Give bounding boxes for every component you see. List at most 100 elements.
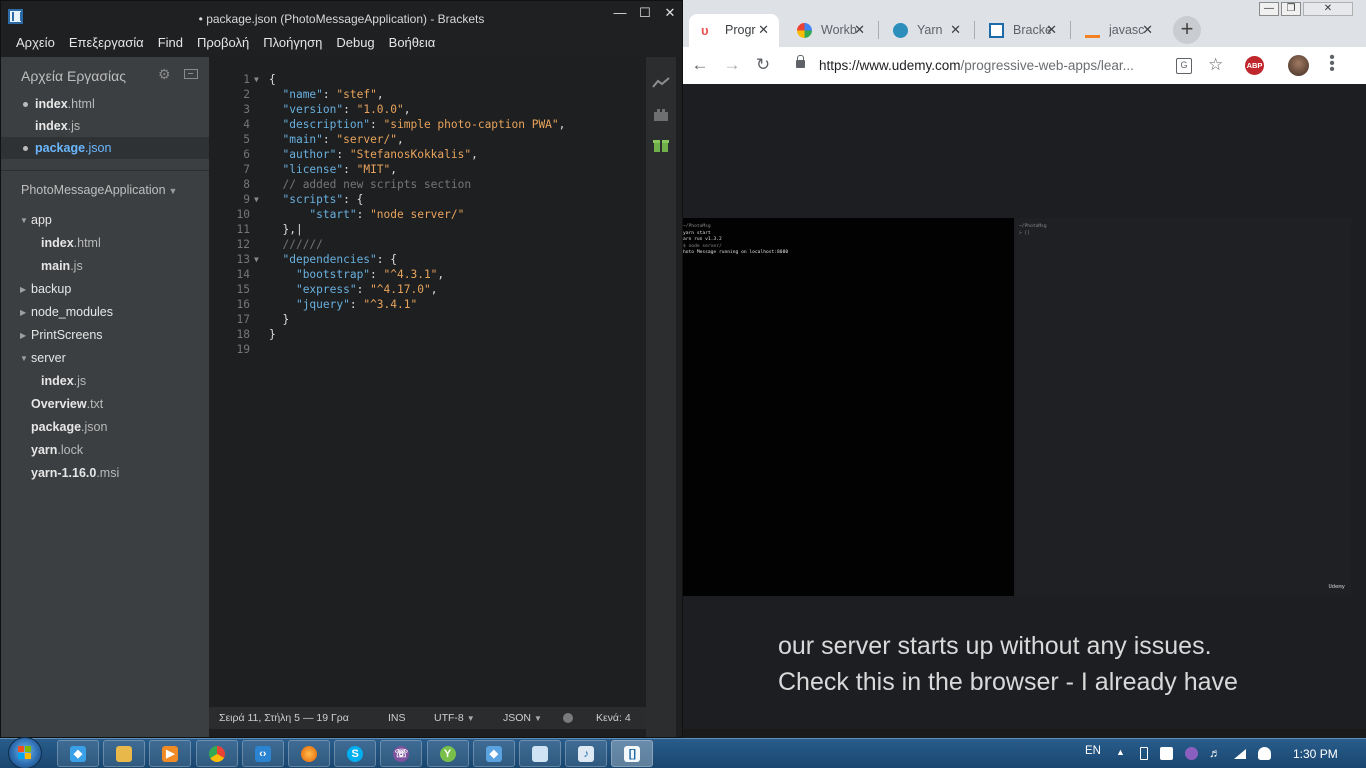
tree-folder[interactable]: ▼ server	[1, 347, 209, 370]
code-area[interactable]: 1 ▼{2 "name": "stef", 3 "version": "1.0.0"…	[209, 72, 646, 357]
caret-right-icon[interactable]: ▶	[20, 278, 26, 301]
code-line[interactable]: 14 "bootstrap": "^4.3.1",	[209, 267, 646, 282]
code-line[interactable]: 9 ▼ "scripts": {	[209, 192, 646, 207]
tree-file[interactable]: index.html	[1, 232, 209, 255]
translate-icon[interactable]: G	[1176, 58, 1192, 74]
taskbar-app-button[interactable]: Y	[426, 740, 469, 767]
url-text[interactable]: https://www.udemy.com/progressive-web-ap…	[819, 58, 1134, 73]
close-icon[interactable]: ✕	[758, 22, 769, 38]
taskbar-app-button[interactable]: ♪	[565, 740, 608, 767]
address-bar[interactable]: https://www.udemy.com/progressive-web-ap…	[788, 52, 1264, 80]
code-line[interactable]: 19	[209, 342, 646, 357]
language-select[interactable]: JSON ▼	[503, 707, 542, 729]
code-line[interactable]: 11 },|	[209, 222, 646, 237]
split-view-icon[interactable]	[184, 69, 198, 79]
code-line[interactable]: 3 "version": "1.0.0",	[209, 102, 646, 117]
fold-arrow-icon[interactable]: ▼	[254, 252, 259, 267]
tree-file[interactable]: index.js	[1, 370, 209, 393]
taskbar-app-button[interactable]: ◆	[472, 740, 515, 767]
linting-status-icon[interactable]	[563, 713, 573, 723]
code-line[interactable]: 1 ▼ {	[209, 72, 646, 87]
indent-setting[interactable]: Κενά: 4	[596, 707, 631, 729]
avatar[interactable]	[1288, 55, 1309, 76]
code-line[interactable]: 15 "express": "^4.17.0",	[209, 282, 646, 297]
language-indicator[interactable]: EN	[1085, 745, 1101, 757]
tab-5[interactable]: javasc ✕	[1073, 14, 1163, 47]
tree-file[interactable]: yarn-1.16.0.msi	[1, 462, 209, 485]
maximize-button[interactable]: ❐	[1281, 2, 1301, 16]
menu-item[interactable]: Βοήθεια	[382, 31, 443, 57]
new-tab-button[interactable]: +	[1173, 16, 1201, 44]
network-warning-icon[interactable]	[1160, 747, 1173, 760]
taskbar-app-button[interactable]	[195, 740, 238, 767]
reload-icon[interactable]: ↻	[753, 55, 773, 75]
taskbar-app-button[interactable]	[288, 740, 330, 767]
battery-icon[interactable]	[1140, 747, 1148, 760]
gear-icon[interactable]: ⚙	[158, 67, 172, 81]
close-button[interactable]: ✕	[659, 5, 681, 21]
project-dropdown[interactable]: PhotoMessageApplication ▼	[1, 171, 209, 209]
taskbar-app-button[interactable]	[103, 740, 146, 767]
menu-item[interactable]: Find	[151, 31, 190, 57]
code-line[interactable]: 18}	[209, 327, 646, 342]
code-line[interactable]: 13 ▼ "dependencies": {	[209, 252, 646, 267]
code-line[interactable]: 10 "start": "node server/"	[209, 207, 646, 222]
menu-item[interactable]: Debug	[329, 31, 381, 57]
code-line[interactable]: 2 "name": "stef",	[209, 87, 646, 102]
caret-down-icon[interactable]: ▼	[20, 209, 28, 232]
caret-right-icon[interactable]: ▶	[20, 301, 26, 324]
taskbar-app-button[interactable]: ▶	[149, 740, 192, 767]
tree-folder[interactable]: ▶ PrintScreens	[1, 324, 209, 347]
taskbar-app-button[interactable]: ☏	[380, 740, 423, 767]
lock-icon[interactable]	[796, 55, 805, 68]
start-button[interactable]	[8, 737, 42, 768]
tab-3[interactable]: Yarn ✕	[881, 14, 971, 47]
tab-4[interactable]: Bracke ✕	[977, 14, 1067, 47]
code-line[interactable]: 4 "description": "simple photo-caption P…	[209, 117, 646, 132]
code-line[interactable]: 12 //////	[209, 237, 646, 252]
taskbar-app-button[interactable]	[519, 740, 561, 767]
tree-folder[interactable]: ▶ backup	[1, 278, 209, 301]
working-file-item[interactable]: index.html	[1, 93, 209, 115]
code-line[interactable]: 16 "jquery": "^3.4.1"	[209, 297, 646, 312]
tab-2[interactable]: Workb ✕	[785, 14, 875, 47]
close-icon[interactable]: ✕	[854, 22, 865, 38]
close-icon[interactable]: ✕	[1046, 22, 1057, 38]
tree-folder[interactable]: ▶ node_modules	[1, 301, 209, 324]
taskbar-app-button[interactable]: S	[334, 740, 377, 767]
code-line[interactable]: 6 "author": "StefanosKokkalis",	[209, 147, 646, 162]
viber-tray-icon[interactable]	[1185, 747, 1198, 760]
menu-item[interactable]: Πλοήγηση	[256, 31, 329, 57]
close-icon[interactable]: ✕	[950, 22, 961, 38]
tree-file[interactable]: yarn.lock	[1, 439, 209, 462]
volume-icon[interactable]: ♬	[1209, 747, 1222, 760]
tree-folder[interactable]: ▼ app	[1, 209, 209, 232]
fold-arrow-icon[interactable]: ▼	[254, 192, 259, 207]
menu-item[interactable]: Προβολή	[190, 31, 256, 57]
back-arrow-icon[interactable]: ←	[690, 55, 710, 75]
minimize-button[interactable]: —	[1259, 2, 1279, 16]
fold-arrow-icon[interactable]: ▼	[254, 72, 259, 87]
show-hidden-icons-icon[interactable]: ▲	[1116, 747, 1129, 760]
live-preview-icon[interactable]	[652, 75, 670, 91]
gift-icon[interactable]	[652, 137, 670, 153]
code-line[interactable]: 5 "main": "server/",	[209, 132, 646, 147]
caret-down-icon[interactable]: ▼	[20, 347, 28, 370]
taskbar-app-button[interactable]: []	[611, 740, 654, 767]
caret-right-icon[interactable]: ▶	[20, 324, 26, 347]
tree-file[interactable]: main.js	[1, 255, 209, 278]
wifi-signal-icon[interactable]	[1234, 749, 1246, 759]
tree-file[interactable]: package.json	[1, 416, 209, 439]
star-icon[interactable]: ☆	[1208, 55, 1223, 75]
minimize-button[interactable]: —	[609, 5, 631, 21]
taskbar-app-button[interactable]: ◆	[57, 740, 99, 767]
working-file-item[interactable]: package.json	[1, 137, 209, 159]
menu-item[interactable]: Αρχείο	[9, 31, 62, 57]
code-line[interactable]: 8 // added new scripts section	[209, 177, 646, 192]
working-file-item[interactable]: index.js	[1, 115, 209, 137]
maximize-button[interactable]: ☐	[634, 5, 656, 21]
close-icon[interactable]: ✕	[1142, 22, 1153, 38]
tree-file[interactable]: Overview.txt	[1, 393, 209, 416]
code-editor[interactable]: 1 ▼{2 "name": "stef", 3 "version": "1.0.0"…	[209, 57, 646, 737]
cloud-sync-icon[interactable]	[1258, 747, 1271, 760]
